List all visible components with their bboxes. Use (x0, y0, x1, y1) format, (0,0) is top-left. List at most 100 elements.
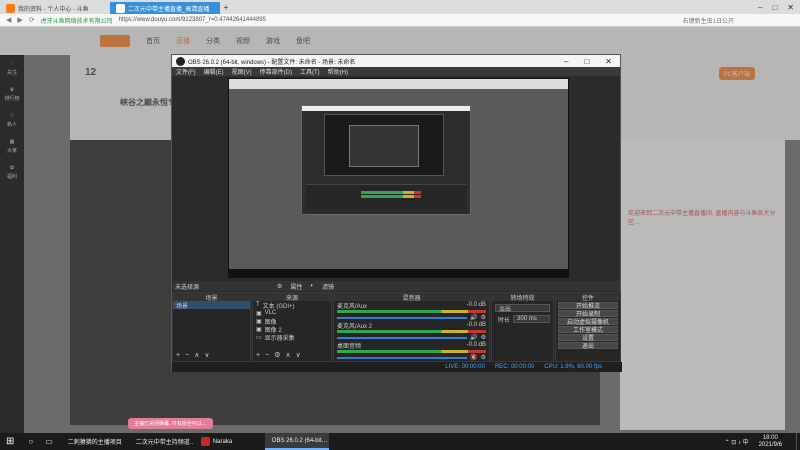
maximize-icon[interactable]: □ (584, 57, 589, 66)
back-icon[interactable]: ◀ (6, 16, 11, 24)
captured-browser-bar (229, 79, 568, 89)
menu-docks[interactable]: 停靠部件(D) (260, 67, 292, 76)
dock-title: 控件 (556, 293, 620, 302)
scenes-dock: 场景 场景 + − ∧ ∨ (172, 292, 251, 362)
volume-slider[interactable] (337, 316, 468, 319)
minimize-icon[interactable]: – (564, 57, 568, 66)
properties-button[interactable]: 属性 (290, 282, 302, 291)
move-down-icon[interactable]: ∨ (204, 351, 209, 359)
scene-item[interactable]: 场景 (173, 301, 250, 310)
menu-view[interactable]: 视图(V) (232, 67, 252, 76)
add-scene-icon[interactable]: + (176, 352, 180, 359)
start-icon[interactable]: ⊞ (0, 436, 20, 447)
gear-icon[interactable]: ⚙ (274, 351, 280, 359)
tab-label: 我的资料 - 个人中心 - 斗鱼 (18, 6, 89, 13)
dock-title: 场景 (173, 293, 250, 302)
nav-game[interactable]: 游戏 (266, 36, 280, 46)
menu-edit[interactable]: 编辑(E) (204, 67, 224, 76)
sidebar-item-follow[interactable]: ♡ 关注 (0, 55, 24, 81)
nav-live[interactable]: 直播 (176, 36, 190, 46)
gear-icon[interactable]: ⚙ (481, 334, 486, 341)
settings-button[interactable]: 设置 (558, 334, 618, 342)
url-field[interactable]: https://www.douyu.com/9123807_r=0.474426… (119, 17, 677, 23)
text-source-icon: T (256, 302, 260, 308)
forward-icon[interactable]: ▶ (17, 16, 22, 24)
site-identity: 虎牙斗鱼网络技术有限公司 (40, 18, 113, 25)
gift-icon: ✿ (9, 164, 15, 171)
menu-help[interactable]: 帮助(H) (328, 67, 348, 76)
menu-file[interactable]: 文件(F) (176, 67, 196, 76)
filter-icon[interactable]: ◐ (310, 283, 314, 289)
star-icon: ☆ (9, 112, 15, 119)
menu-tools[interactable]: 工具(T) (300, 67, 320, 76)
exit-button[interactable]: 退出 (558, 342, 618, 350)
move-down-icon[interactable]: ∨ (296, 351, 301, 359)
nav-video[interactable]: 视频 (236, 36, 250, 46)
studio-mode-button[interactable]: 工作室模式 (558, 326, 618, 334)
minimize-icon[interactable]: – (758, 3, 762, 12)
pc-client-button[interactable]: PC客户端 (718, 67, 755, 80)
site-left-sidebar: ♡ 关注 ♛ 排行榜 ☆ 新人 ▦ 大家 ✿ 福利 (0, 55, 24, 433)
search-hint[interactable]: 右键新生虫1日公开 (683, 16, 734, 25)
move-up-icon[interactable]: ∧ (194, 351, 199, 359)
address-bar: ◀ ▶ ⟳ 虎牙斗鱼网络技术有限公司 https://www.douyu.com… (0, 14, 800, 27)
rec-timer: REC: 00:00:00 (494, 364, 535, 370)
close-icon[interactable]: ✕ (787, 3, 794, 12)
gear-icon[interactable]: ⚙ (277, 283, 282, 290)
taskbar-app-active[interactable]: OBS 26.0.2 (64-bit… (264, 433, 329, 450)
add-source-icon[interactable]: + (256, 352, 260, 359)
virtual-camera-button[interactable]: 启动虚拟摄像机 (558, 318, 618, 326)
sidebar-item-all[interactable]: ▦ 大家 (0, 133, 24, 159)
douyu-logo[interactable] (100, 35, 130, 47)
speaker-icon[interactable]: 🔊 (470, 334, 477, 341)
cpu-fps: CPU: 1.9%, 60.00 fps (544, 364, 602, 370)
search-icon[interactable]: ○ (24, 437, 37, 446)
gear-icon[interactable]: ⚙ (481, 314, 486, 321)
volume-slider[interactable] (337, 336, 468, 339)
remove-scene-icon[interactable]: − (185, 352, 189, 359)
volume-slider[interactable] (337, 356, 468, 359)
taskbar-app[interactable]: Naraka (197, 433, 261, 450)
refresh-icon[interactable]: ⟳ (29, 16, 35, 24)
mixer-dock: 混音器 麦克风/Aux -0.0 dB 🔊 ⚙ 麦克风/Aux 2 -0.0 dB 🔊… (333, 292, 490, 362)
move-up-icon[interactable]: ∧ (285, 351, 290, 359)
grid-icon: ▦ (9, 138, 15, 145)
obs-preview[interactable] (228, 78, 569, 278)
nav-home[interactable]: 首页 (146, 36, 160, 46)
muted-speaker-icon[interactable]: 🔇 (470, 354, 477, 361)
clock[interactable]: 18:00 2021/9/6 (753, 435, 792, 449)
speaker-icon[interactable]: 🔊 (470, 314, 477, 321)
nested-preview (324, 114, 444, 176)
taskbar-app[interactable]: 二刺猿狒的主播项目 (61, 433, 125, 450)
tray-icons[interactable]: ⌃ ⊡ ♪ 中 (725, 437, 749, 446)
nav-category[interactable]: 分类 (206, 36, 220, 46)
mixer-channel: 麦克风/Aux 2 -0.0 dB 🔊 ⚙ (337, 322, 486, 341)
nav-fishbar[interactable]: 鱼吧 (296, 36, 310, 46)
start-recording-button[interactable]: 开始录制 (558, 310, 618, 318)
sidebar-item-rank[interactable]: ♛ 排行榜 (0, 81, 24, 107)
duration-field[interactable]: 300 ms (513, 315, 550, 323)
transition-select[interactable]: 淡出 (495, 304, 550, 313)
close-icon[interactable]: ✕ (605, 57, 612, 66)
heart-icon: ♡ (9, 60, 15, 67)
filters-button[interactable]: 滤镜 (322, 282, 334, 291)
obs-title-bar: OBS 26.0.2 (64-bit, windows) - 配置文件: 未命名… (172, 55, 620, 67)
source-item[interactable]: T 文本 (GDI+) (253, 301, 331, 310)
task-view-icon[interactable]: ▭ (41, 437, 57, 446)
maximize-icon[interactable]: □ (772, 3, 777, 12)
start-streaming-button[interactable]: 开始推流 (558, 302, 618, 310)
show-desktop-button[interactable] (796, 433, 800, 450)
new-tab-button[interactable]: + (220, 3, 232, 12)
sidebar-item-welfare[interactable]: ✿ 福利 (0, 159, 24, 185)
windows-taskbar: ⊞ ○ ▭ 二刺猿狒的主播项目 二次元中带主持频道… Naraka OBS 26… (0, 433, 800, 450)
chat-notice: 主播已关闭弹幕, 只有粉丝可以… (128, 418, 213, 429)
browser-tab-active[interactable]: 二次元中带主播直播_高清直播 (110, 2, 220, 14)
source-item[interactable]: ▭ 显示器采集 (253, 333, 331, 342)
gear-icon[interactable]: ⚙ (481, 354, 486, 361)
remove-source-icon[interactable]: − (265, 352, 269, 359)
tab-label: 二次元中带主播直播_高清直播 (128, 6, 210, 13)
taskbar-app[interactable]: 二次元中带主持频道… (129, 433, 193, 450)
browser-tab[interactable]: 我的资料 - 个人中心 - 斗鱼 (0, 2, 110, 14)
sidebar-item-new[interactable]: ☆ 新人 (0, 107, 24, 133)
room-info-panel: 欢迎来到二次元中带主播直播间, 直播内容与斗鱼各大分区… (620, 140, 785, 430)
